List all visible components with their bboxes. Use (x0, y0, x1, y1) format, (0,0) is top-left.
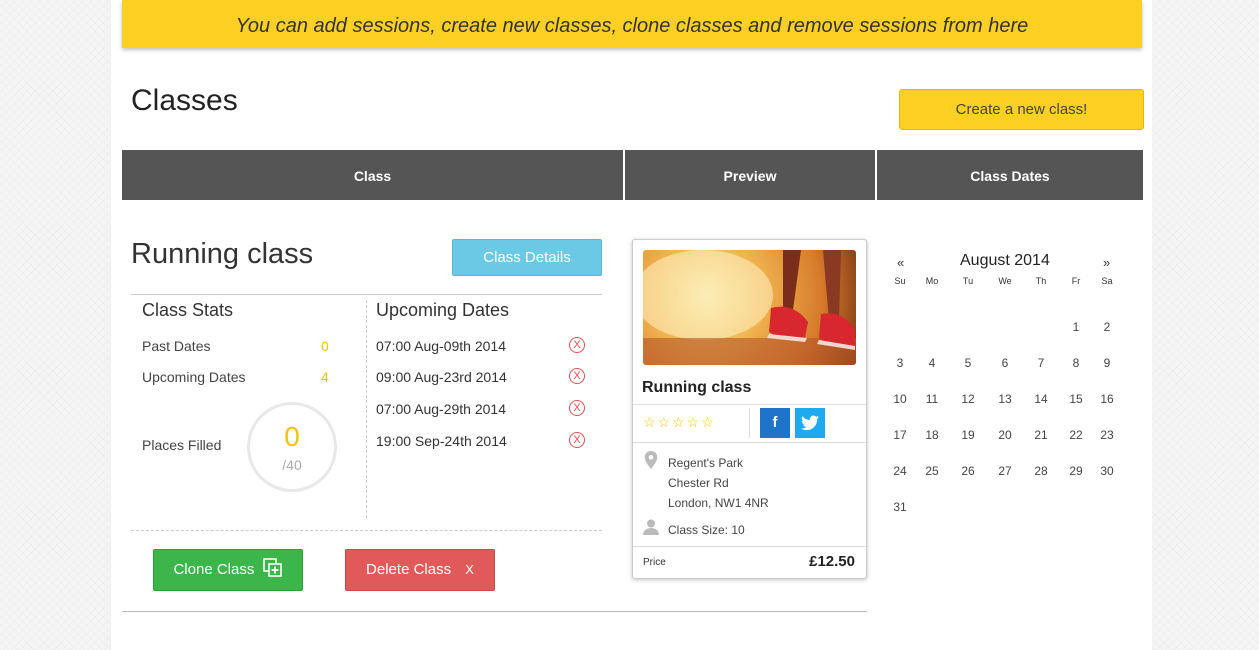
calendar-weekday-label: Su (894, 276, 906, 286)
divider (122, 611, 867, 612)
calendar-weekday-label: We (998, 276, 1012, 286)
divider (131, 294, 602, 295)
calendar-day[interactable]: 10 (888, 392, 912, 406)
upcoming-dates-label: Upcoming Dates (142, 369, 246, 385)
calendar-weekday-label: Th (1035, 276, 1047, 286)
calendar-day[interactable]: 1 (1064, 320, 1088, 334)
facebook-share-button[interactable]: f (760, 408, 790, 438)
class-preview-card: Running class ☆☆☆☆☆ f Regent's Park Ches… (632, 239, 867, 579)
remove-date-icon[interactable]: X (569, 337, 585, 353)
preview-class-title: Running class (642, 379, 752, 396)
calendar-day[interactable]: 3 (888, 356, 912, 370)
clone-icon (262, 558, 282, 577)
twitter-icon (801, 415, 819, 431)
running-shoes-image (643, 250, 856, 365)
calendar-day[interactable]: 16 (1095, 392, 1119, 406)
class-name-heading: Running class (131, 238, 314, 270)
remove-date-icon[interactable]: X (569, 368, 585, 384)
divider (633, 442, 866, 443)
close-icon: X (465, 562, 474, 577)
calendar-day[interactable]: 19 (956, 428, 980, 442)
calendar-weekday-label: Tu (962, 276, 974, 286)
calendar-day[interactable]: 22 (1064, 428, 1088, 442)
calendar-day[interactable]: 15 (1064, 392, 1088, 406)
calendar-day[interactable]: 24 (888, 464, 912, 478)
tab-bar: Class Preview Class Dates (122, 150, 1143, 200)
past-dates-value: 0 (321, 338, 329, 354)
class-details-button[interactable]: Class Details (452, 239, 602, 276)
calendar-day[interactable]: 18 (920, 428, 944, 442)
calendar-day[interactable]: 8 (1064, 356, 1088, 370)
info-banner: You can add sessions, create new classes… (122, 0, 1142, 48)
calendar-day[interactable]: 7 (1029, 356, 1053, 370)
class-stats-title: Class Stats (142, 300, 234, 320)
location-pin-icon (644, 451, 658, 469)
upcoming-date-item: 07:00 Aug-29th 2014 (376, 401, 507, 417)
clone-button-label: Clone Class (173, 561, 255, 578)
calendar-day[interactable]: 12 (956, 392, 980, 406)
remove-date-icon[interactable]: X (569, 432, 585, 448)
remove-date-icon[interactable]: X (569, 400, 585, 416)
calendar-day[interactable]: 28 (1029, 464, 1053, 478)
calendar-day[interactable]: 14 (1029, 392, 1053, 406)
calendar-day[interactable]: 2 (1095, 320, 1119, 334)
class-size: Class Size: 10 (668, 523, 745, 537)
address-line: Chester Rd (668, 476, 729, 490)
places-filled-label: Places Filled (142, 437, 222, 453)
calendar-day[interactable]: 17 (888, 428, 912, 442)
past-dates-label: Past Dates (142, 338, 211, 354)
clone-class-button[interactable]: Clone Class (153, 549, 303, 591)
places-total-value: /40 (282, 457, 302, 473)
delete-button-label: Delete Class (366, 561, 452, 578)
address-line: London, NW1 4NR (668, 496, 769, 510)
delete-class-button[interactable]: Delete Class X (345, 549, 495, 591)
person-icon (643, 519, 659, 535)
facebook-icon: f (772, 414, 778, 431)
calendar-day[interactable]: 21 (1029, 428, 1053, 442)
calendar-day[interactable]: 26 (956, 464, 980, 478)
calendar-next-button[interactable]: » (1103, 255, 1110, 270)
tab-class[interactable]: Class (122, 150, 625, 200)
divider (633, 546, 866, 547)
calendar-day[interactable]: 31 (888, 500, 912, 514)
divider (749, 408, 750, 438)
upcoming-dates-title: Upcoming Dates (376, 300, 510, 320)
calendar-day[interactable]: 9 (1095, 356, 1119, 370)
column-divider (366, 300, 367, 518)
upcoming-date-item: 09:00 Aug-23rd 2014 (376, 369, 507, 385)
places-filled-value: 0 (284, 421, 300, 452)
calendar-day[interactable]: 20 (993, 428, 1017, 442)
calendar-day[interactable]: 29 (1064, 464, 1088, 478)
upcoming-date-item: 19:00 Sep-24th 2014 (376, 433, 507, 449)
places-filled-gauge: 0 /40 (247, 402, 337, 492)
calendar-day[interactable]: 6 (993, 356, 1017, 370)
page-title: Classes (131, 84, 238, 117)
calendar-weekday-label: Sa (1101, 276, 1113, 286)
calendar-day[interactable]: 30 (1095, 464, 1119, 478)
banner-text: You can add sessions, create new classes… (235, 15, 1029, 37)
twitter-share-button[interactable] (795, 408, 825, 438)
calendar-month-title: August 2014 (960, 252, 1050, 269)
address-line: Regent's Park (668, 456, 743, 470)
calendar-day[interactable]: 27 (993, 464, 1017, 478)
upcoming-dates-value: 4 (321, 369, 329, 385)
create-class-button[interactable]: Create a new class! (899, 89, 1144, 130)
upcoming-date-item: 07:00 Aug-09th 2014 (376, 338, 507, 354)
star-rating[interactable]: ☆☆☆☆☆ (643, 414, 716, 431)
tab-class-dates[interactable]: Class Dates (877, 150, 1143, 200)
calendar-day[interactable]: 23 (1095, 428, 1119, 442)
calendar-day[interactable]: 11 (920, 392, 944, 406)
tab-preview[interactable]: Preview (625, 150, 877, 200)
calendar-prev-button[interactable]: « (897, 255, 904, 270)
calendar-weekday-label: Mo (925, 276, 939, 286)
calendar-weekday-label: Fr (1071, 276, 1081, 286)
divider (633, 404, 866, 405)
calendar-day[interactable]: 4 (920, 356, 944, 370)
calendar-day[interactable]: 25 (920, 464, 944, 478)
calendar-day[interactable]: 13 (993, 392, 1017, 406)
price-value: £12.50 (809, 553, 855, 570)
price-label: Price (643, 557, 666, 568)
calendar-day[interactable]: 5 (956, 356, 980, 370)
divider (131, 530, 602, 531)
